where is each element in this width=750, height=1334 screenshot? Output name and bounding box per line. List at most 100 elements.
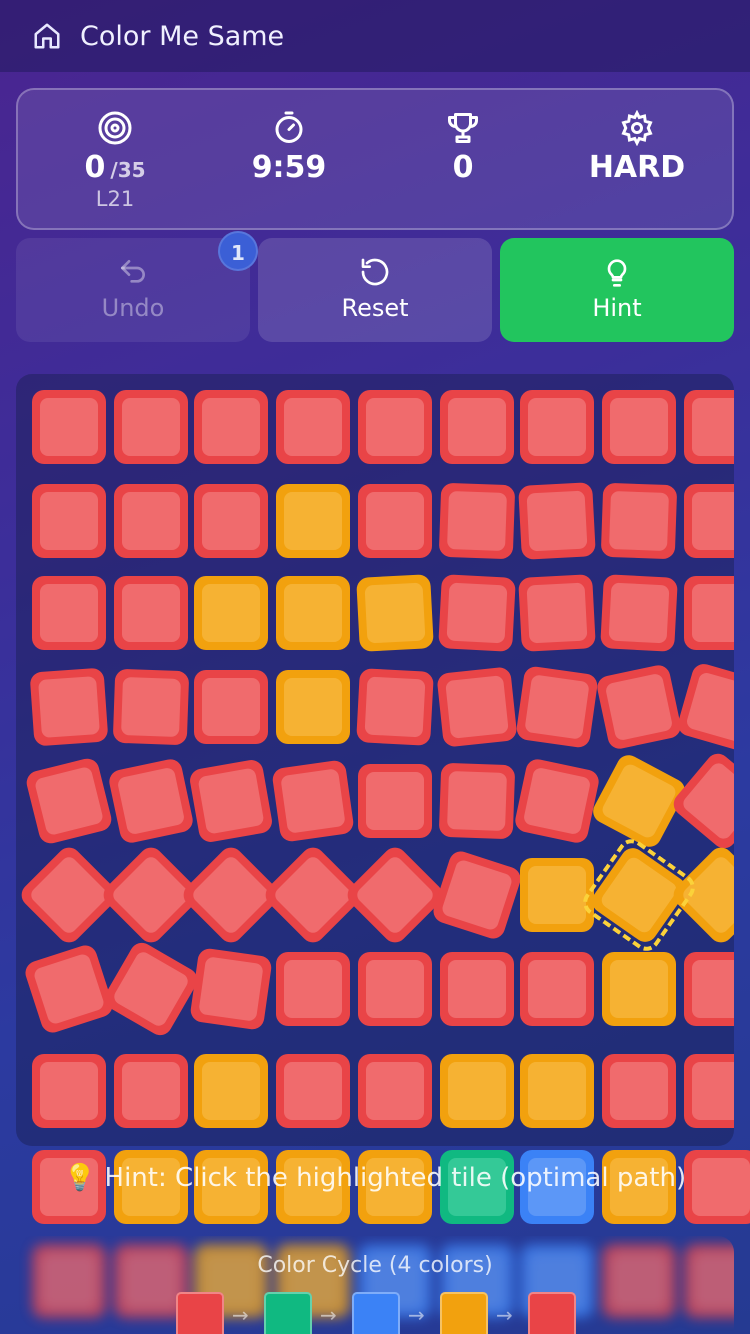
board-tile[interactable] <box>194 484 268 558</box>
board-tile[interactable] <box>189 947 273 1031</box>
board-tile[interactable] <box>358 390 432 464</box>
stats-panel: 0 /35 L21 9:59 0 HARD <box>16 88 734 230</box>
board-tile[interactable] <box>595 663 683 751</box>
board-tile[interactable] <box>114 390 188 464</box>
board-tile[interactable] <box>440 1054 514 1128</box>
gear-icon <box>621 110 653 146</box>
board-tile[interactable] <box>515 665 599 749</box>
board-tile[interactable] <box>194 576 268 650</box>
undo-button[interactable]: Undo <box>16 238 250 342</box>
board-tile[interactable] <box>520 952 594 1026</box>
trophy-icon <box>448 113 478 143</box>
board-tile[interactable] <box>602 1054 676 1128</box>
reset-label: Reset <box>341 294 409 322</box>
board-tile[interactable] <box>114 1054 188 1128</box>
board-tile[interactable] <box>32 390 106 464</box>
board-tile[interactable] <box>684 576 734 650</box>
cycle-arrow-icon: → <box>232 1303 249 1327</box>
board-tile[interactable] <box>356 668 434 746</box>
board-tile[interactable] <box>430 848 524 942</box>
home-icon[interactable] <box>32 21 62 51</box>
moves-count: 0 <box>84 150 106 185</box>
board-tile[interactable] <box>276 576 350 650</box>
target-icon <box>98 111 132 145</box>
board-tile[interactable] <box>438 574 516 652</box>
hint-label: Hint <box>592 294 642 322</box>
board-tile[interactable] <box>518 482 596 560</box>
timer-value: 9:59 <box>251 150 327 185</box>
board-tile[interactable] <box>188 758 274 844</box>
board-tile[interactable] <box>358 764 432 838</box>
board-tile[interactable] <box>520 858 594 932</box>
board-tile[interactable] <box>112 668 190 746</box>
board-tile[interactable] <box>342 842 448 948</box>
board-tile[interactable] <box>440 952 514 1026</box>
reset-button[interactable]: Reset <box>258 238 492 342</box>
board-tile[interactable] <box>276 952 350 1026</box>
app-title: Color Me Same <box>80 20 285 52</box>
board-tile[interactable] <box>675 661 734 753</box>
board-tile[interactable] <box>684 952 734 1026</box>
board-tile[interactable] <box>438 762 516 840</box>
highlighted-tile-outline[interactable] <box>577 833 701 957</box>
stopwatch-icon <box>275 111 303 143</box>
score-stat: 0 <box>383 110 543 186</box>
cycle-arrow-icon: → <box>408 1303 425 1327</box>
color-swatch-red <box>176 1292 224 1334</box>
board-tile[interactable] <box>194 670 268 744</box>
level-label: L21 <box>95 187 135 211</box>
board-tile[interactable] <box>276 1054 350 1128</box>
hint-message: 💡 Hint: Click the highlighted tile (opti… <box>63 1163 687 1193</box>
board-tile[interactable] <box>436 666 518 748</box>
board-tile[interactable] <box>440 390 514 464</box>
undo-count-badge: 1 <box>218 231 258 271</box>
board-tile[interactable] <box>600 482 678 560</box>
board-tile[interactable] <box>29 667 109 747</box>
undo-label: Undo <box>101 294 165 322</box>
board-tile[interactable] <box>276 390 350 464</box>
board-tile[interactable] <box>518 574 596 652</box>
board-tile[interactable] <box>32 484 106 558</box>
board-tile[interactable] <box>276 484 350 558</box>
board-tile[interactable] <box>438 482 516 560</box>
board-tile[interactable] <box>684 390 734 464</box>
board-tile[interactable] <box>520 390 594 464</box>
difficulty-value: HARD <box>588 150 686 185</box>
board-tile[interactable] <box>32 1054 106 1128</box>
board-tile[interactable] <box>114 484 188 558</box>
cycle-arrow-icon: → <box>496 1303 513 1327</box>
board-tile[interactable] <box>358 1054 432 1128</box>
moves-max: /35 <box>110 158 146 182</box>
color-cycle-title: Color Cycle (4 colors) <box>257 1253 493 1278</box>
board-tile[interactable] <box>114 576 188 650</box>
color-swatch-blue <box>352 1292 400 1334</box>
board-tile[interactable] <box>194 1054 268 1128</box>
board-tile[interactable] <box>356 574 434 652</box>
moves-stat: 0 /35 L21 <box>35 110 195 212</box>
board-tile[interactable] <box>32 576 106 650</box>
difficulty-stat[interactable]: HARD <box>557 110 717 186</box>
board-tile[interactable] <box>684 1054 734 1128</box>
board-tile[interactable] <box>271 759 355 843</box>
color-swatch-red <box>528 1292 576 1334</box>
hint-button[interactable]: Hint <box>500 238 734 342</box>
board-tile[interactable] <box>668 748 734 854</box>
board-tile[interactable] <box>520 1054 594 1128</box>
lightbulb-icon <box>607 259 627 287</box>
board-tile[interactable] <box>513 757 601 845</box>
board-tile[interactable] <box>107 757 195 845</box>
board-tile[interactable] <box>24 756 114 846</box>
board-tile[interactable] <box>600 574 678 652</box>
board-tile[interactable] <box>194 390 268 464</box>
board-tile[interactable] <box>602 390 676 464</box>
cycle-arrow-icon: → <box>320 1303 337 1327</box>
color-swatch-orange <box>440 1292 488 1334</box>
board-tile[interactable] <box>276 670 350 744</box>
board-tile[interactable] <box>100 938 202 1040</box>
board-tile[interactable] <box>602 952 676 1026</box>
board-tile[interactable] <box>684 484 734 558</box>
board-tile[interactable] <box>358 952 432 1026</box>
board-tile[interactable] <box>358 484 432 558</box>
undo-icon <box>121 260 145 283</box>
board-tile[interactable] <box>22 942 116 1036</box>
